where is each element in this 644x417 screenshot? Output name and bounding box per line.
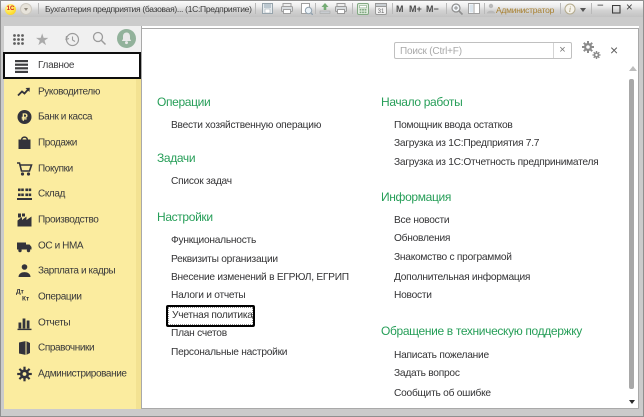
svg-text:i: i bbox=[569, 5, 571, 14]
svg-text:₽: ₽ bbox=[22, 113, 29, 124]
svg-text:31: 31 bbox=[378, 9, 385, 15]
